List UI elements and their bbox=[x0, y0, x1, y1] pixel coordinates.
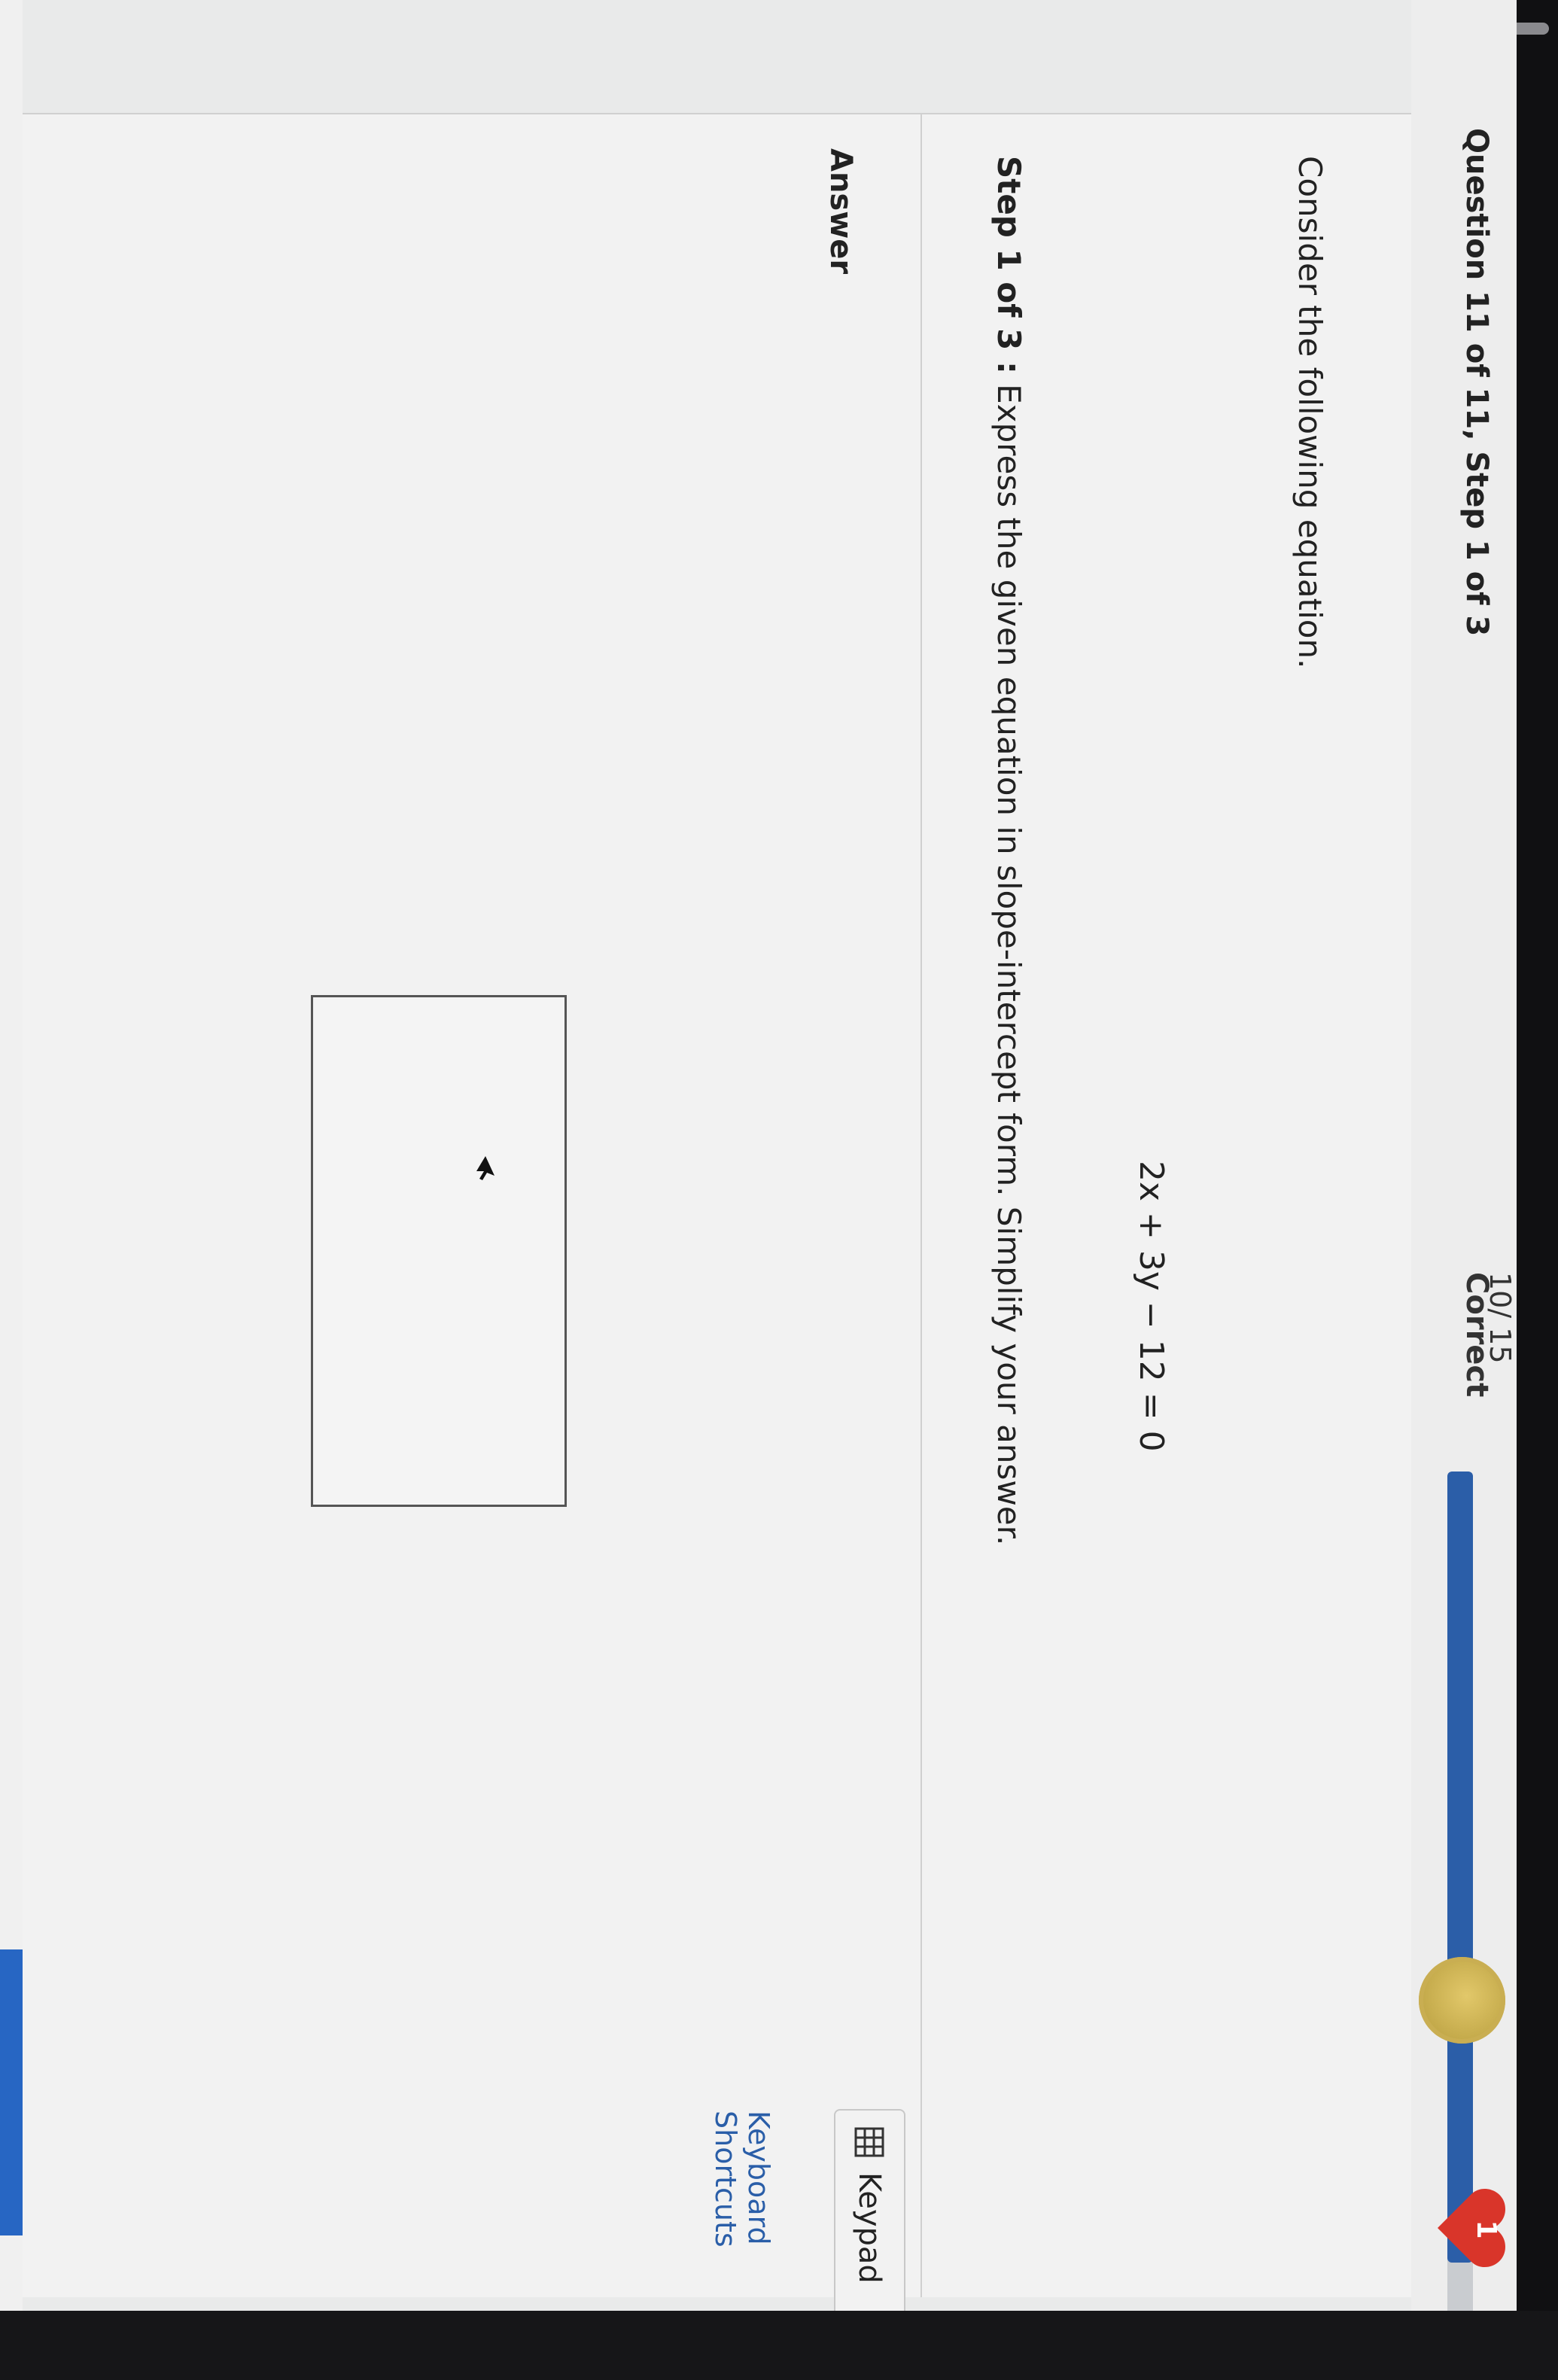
keypad-label: Keypad bbox=[852, 2172, 887, 2284]
answer-input[interactable] bbox=[311, 995, 567, 1507]
screen: Question 11 of 11, Step 1 of 3 10/ 15 Co… bbox=[0, 0, 1558, 2380]
step-prefix: Step 1 of 3 : bbox=[990, 156, 1027, 374]
progress-bar-fill bbox=[1447, 1472, 1473, 2263]
keyboard-shortcuts-link[interactable]: Keyboard Shortcuts bbox=[709, 2111, 775, 2297]
correct-label: Correct bbox=[1459, 1272, 1494, 1398]
rotated-page: Question 11 of 11, Step 1 of 3 10/ 15 Co… bbox=[0, 0, 1558, 2380]
step-instruction-text: Express the given equation in slope-inte… bbox=[990, 373, 1027, 1546]
coin-icon[interactable] bbox=[1419, 1957, 1505, 2044]
continue-button-edge[interactable] bbox=[0, 1949, 23, 2235]
mouse-cursor-icon bbox=[476, 1156, 494, 1180]
keypad-icon bbox=[855, 2127, 884, 2157]
given-equation: 2x + 3y − 12 = 0 bbox=[1132, 1161, 1170, 1452]
step-instruction: Step 1 of 3 : Express the given equation… bbox=[990, 156, 1027, 1545]
keypad-button[interactable]: Keypad bbox=[834, 2109, 905, 2320]
device-bezel bbox=[0, 2311, 1558, 2380]
question-prompt: Consider the following equation. bbox=[1292, 156, 1328, 669]
device-top-bar bbox=[1376, 0, 1558, 2380]
answer-label: Answer bbox=[823, 148, 858, 275]
question-title: Question 11 of 11, Step 1 of 3 bbox=[1459, 128, 1494, 637]
app-window: Question 11 of 11, Step 1 of 3 10/ 15 Co… bbox=[0, 0, 1517, 2322]
hearts-count: 1 bbox=[1471, 2220, 1502, 2239]
section-divider bbox=[920, 114, 922, 2297]
question-header: Question 11 of 11, Step 1 of 3 10/ 15 Co… bbox=[1411, 0, 1517, 2322]
question-card: Consider the following equation. 2x + 3y… bbox=[23, 113, 1411, 2320]
